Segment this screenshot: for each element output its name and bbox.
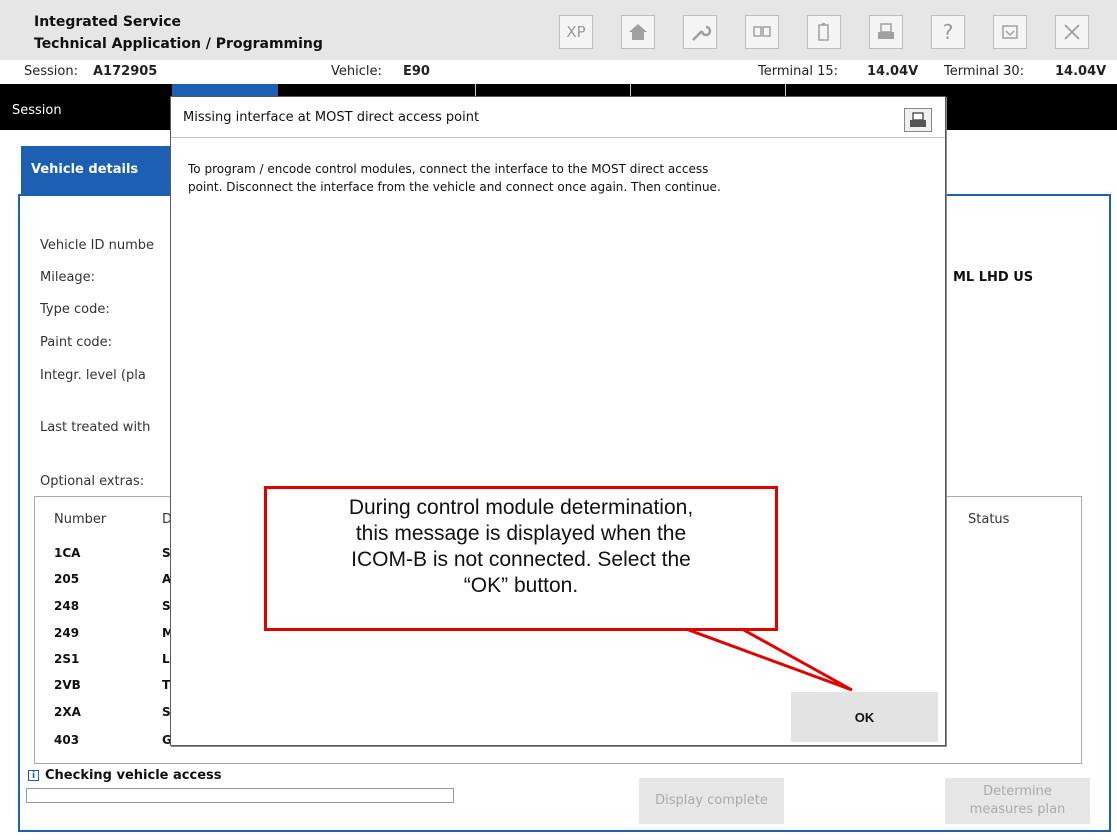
callout-line2: this message is displayed when the <box>355 522 687 545</box>
table-row-number: 248 <box>54 599 80 613</box>
display-complete-label: Display complete <box>655 793 768 808</box>
battery-button[interactable] <box>807 15 841 49</box>
terminal15-value: 14.04V <box>867 64 919 79</box>
display-icon <box>753 26 771 37</box>
menu-item-session[interactable]: Session <box>12 103 62 118</box>
xp-icon: XP <box>566 23 586 41</box>
col-header-status: Status <box>968 512 1010 527</box>
print-button[interactable] <box>869 15 903 49</box>
status-text: Checking vehicle access <box>45 768 222 783</box>
session-value: A172905 <box>93 64 158 79</box>
table-row-number: 403 <box>54 733 80 747</box>
progress-bar <box>26 788 454 803</box>
display-complete-button[interactable]: Display complete <box>639 778 784 824</box>
table-row-number: 205 <box>54 572 80 586</box>
table-row-number: 2VB <box>54 678 81 692</box>
optional-extras-label: Optional extras: <box>40 474 145 489</box>
last-treated-label: Last treated with <box>40 420 151 435</box>
table-row-number: 249 <box>54 626 80 640</box>
session-status-line: Session: A172905 Vehicle: E90 Terminal 1… <box>0 60 1117 82</box>
dialog-print-button[interactable] <box>904 108 932 132</box>
type-code-label: Type code: <box>40 302 110 317</box>
dialog-message-line1: To program / encode control modules, con… <box>188 162 709 176</box>
close-button[interactable] <box>1055 15 1089 49</box>
determine-label-line2: measures plan <box>969 802 1066 817</box>
callout-line1: During control module determination, <box>348 496 694 519</box>
printer-icon <box>910 112 926 127</box>
paint-code-label: Paint code: <box>40 335 113 350</box>
ok-button[interactable]: OK <box>791 692 938 742</box>
vehicle-value: E90 <box>403 64 430 79</box>
app-title-line2: Technical Application / Programming <box>34 36 323 52</box>
table-row-number: 1CA <box>54 546 81 560</box>
table-row-number: 2S1 <box>54 652 80 666</box>
vin-label: Vehicle ID numbe <box>40 238 154 253</box>
table-row-desc: T <box>162 678 171 692</box>
home-icon <box>629 24 647 40</box>
printer-icon <box>878 23 894 39</box>
close-icon <box>1064 24 1080 40</box>
help-button[interactable]: ? <box>931 15 965 49</box>
type-code-value: ML LHD US <box>953 270 1034 285</box>
determine-measures-plan-button[interactable]: Determine measures plan <box>945 778 1090 824</box>
workshop-button[interactable] <box>683 15 717 49</box>
help-icon: ? <box>942 20 954 44</box>
integration-level-label: Integr. level (pla <box>40 368 146 383</box>
determine-label-line1: Determine <box>983 784 1052 799</box>
display-button[interactable] <box>745 15 779 49</box>
session-label: Session: <box>24 64 78 79</box>
terminal30-label: Terminal 30: <box>944 64 1024 79</box>
callout-text: During control module determination, thi… <box>264 486 778 631</box>
terminal30-value: 14.04V <box>1055 64 1107 79</box>
dialog-message-line2: point. Disconnect the interface from the… <box>188 180 721 194</box>
tab-vehicle-details[interactable]: Vehicle details <box>21 146 171 194</box>
col-header-number: Number <box>54 512 107 527</box>
vehicle-label: Vehicle: <box>331 64 382 79</box>
app-title-line1: Integrated Service <box>34 14 182 30</box>
table-row-desc: L <box>162 652 170 666</box>
minimize-button[interactable] <box>993 15 1027 49</box>
home-button[interactable] <box>621 15 655 49</box>
dialog-title: Missing interface at MOST direct access … <box>183 110 480 125</box>
xp-button[interactable]: XP <box>559 15 593 49</box>
battery-icon <box>818 23 829 41</box>
callout-line3: ICOM-B is not connected. Select the <box>351 548 691 571</box>
table-row-number: 2XA <box>54 705 81 719</box>
info-icon: i <box>28 770 39 781</box>
mileage-label: Mileage: <box>40 270 96 285</box>
tab-vehicle-details-label: Vehicle details <box>31 162 139 177</box>
wrench-icon <box>692 25 712 41</box>
terminal15-label: Terminal 15: <box>758 64 838 79</box>
callout-line4: “OK” button. <box>463 574 579 597</box>
minimize-icon <box>1002 25 1018 39</box>
